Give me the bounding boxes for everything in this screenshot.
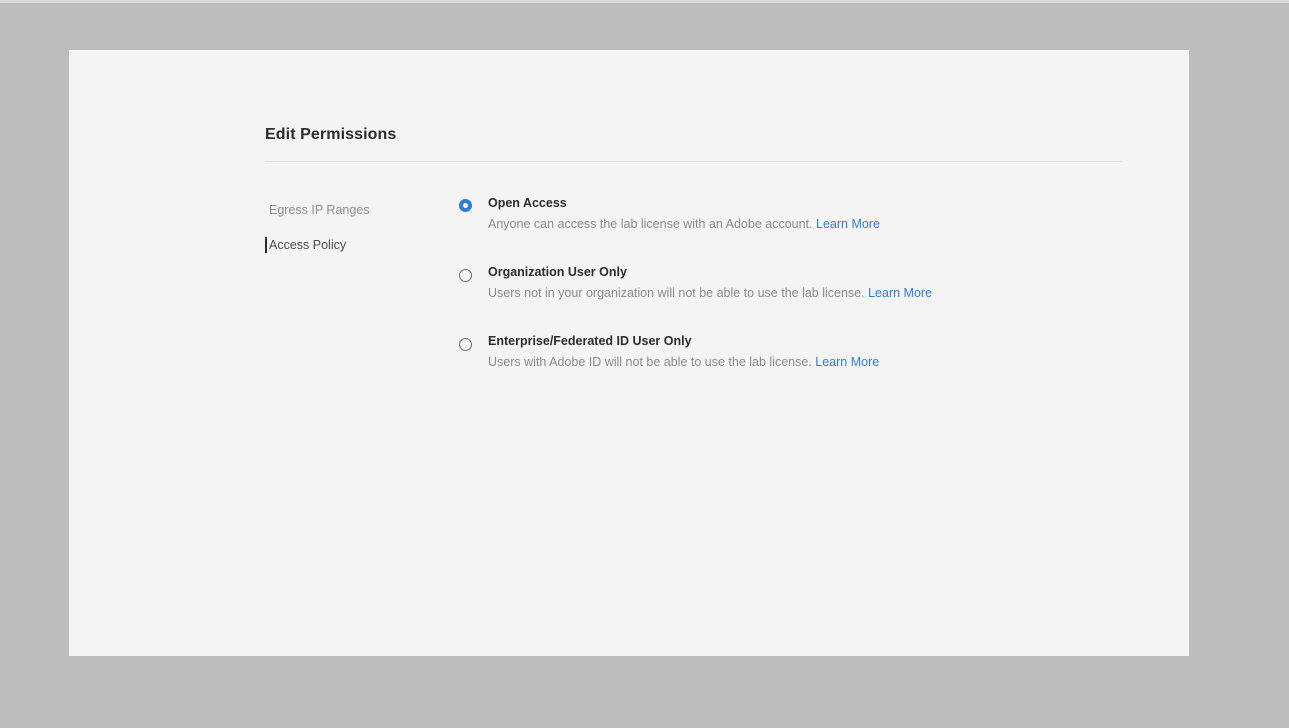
settings-nav: Egress IP Ranges Access Policy [263,200,370,255]
nav-item-label: Egress IP Ranges [269,203,370,217]
option-description-text: Anyone can access the lab license with a… [488,217,813,231]
nav-item-egress-ip-ranges[interactable]: Egress IP Ranges [263,200,370,220]
radio-open-access[interactable] [459,199,472,212]
option-description-text: Users with Adobe ID will not be able to … [488,355,812,369]
radio-organization-user-only[interactable] [459,269,472,282]
learn-more-link[interactable]: Learn More [868,286,932,300]
option-description-text: Users not in your organization will not … [488,286,865,300]
learn-more-link[interactable]: Learn More [815,355,879,369]
option-text: Enterprise/Federated ID User Only Users … [488,332,879,371]
top-strip [0,0,1289,3]
learn-more-link[interactable]: Learn More [816,217,880,231]
option-description: Anyone can access the lab license with a… [488,215,880,233]
title-divider [265,161,1122,162]
option-description: Users not in your organization will not … [488,284,932,302]
option-label: Open Access [488,196,567,210]
radio-enterprise-federated-id-user-only[interactable] [459,338,472,351]
option-description: Users with Adobe ID will not be able to … [488,353,879,371]
nav-item-access-policy[interactable]: Access Policy [263,235,370,255]
page-title: Edit Permissions [265,126,397,143]
option-text: Organization User Only Users not in your… [488,263,932,302]
nav-item-label: Access Policy [269,238,347,252]
option-label: Enterprise/Federated ID User Only [488,334,692,348]
option-text: Open Access Anyone can access the lab li… [488,194,880,233]
option-label: Organization User Only [488,265,627,279]
edit-permissions-panel: Edit Permissions Egress IP Ranges Access… [69,50,1189,656]
